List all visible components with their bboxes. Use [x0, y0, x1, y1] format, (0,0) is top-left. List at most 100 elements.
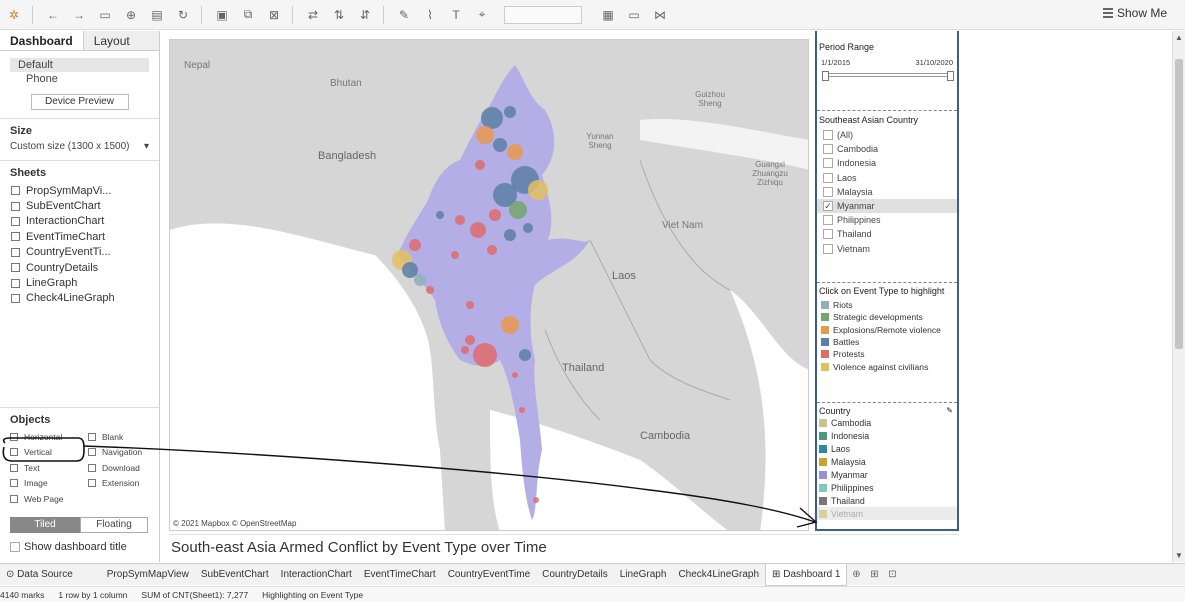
country-checkbox[interactable]	[823, 229, 833, 240]
show-hide-cards-icon[interactable]: ▦	[596, 4, 620, 26]
clear-sheet-icon[interactable]: ⊠	[262, 4, 286, 26]
tab-sheet[interactable]: SubEventChart	[195, 564, 275, 586]
tab-sheet[interactable]: PropSymMapView	[101, 564, 195, 586]
tab-dashboard[interactable]: Dashboard	[0, 31, 83, 50]
event-type-item[interactable]: Battles	[817, 336, 957, 348]
tab-sheet[interactable]: CountryEventTime	[442, 564, 536, 586]
sort-descending-icon[interactable]: ⇵	[353, 4, 377, 26]
swap-icon[interactable]: ⇄	[301, 4, 325, 26]
country-legend-item[interactable]: Malaysia	[817, 455, 957, 468]
country-checkbox[interactable]	[823, 186, 833, 197]
range-slider[interactable]	[822, 71, 954, 81]
edit-icon[interactable]: ✎	[946, 406, 953, 416]
save-icon[interactable]: ▭	[93, 4, 117, 26]
device-preview-button[interactable]: Device Preview	[30, 94, 129, 110]
sheet-item[interactable]: Check4LineGraph	[0, 291, 159, 306]
new-story-icon[interactable]: ⊡	[883, 564, 901, 586]
country-checkbox[interactable]	[823, 172, 833, 183]
tab-sheet[interactable]: Check4LineGraph	[672, 564, 765, 586]
object-text[interactable]: Text	[10, 460, 88, 476]
event-type-item[interactable]: Violence against civilians	[817, 360, 957, 372]
country-checkbox[interactable]	[823, 144, 833, 155]
show-title-checkbox[interactable]	[10, 541, 20, 552]
scrollbar-thumb[interactable]	[1175, 59, 1183, 349]
sheet-item[interactable]: CountryEventTi...	[0, 245, 159, 260]
country-checkbox[interactable]	[823, 130, 833, 141]
country-checkbox[interactable]	[823, 243, 833, 254]
refresh-icon[interactable]: ↻	[171, 4, 195, 26]
country-legend-item[interactable]: Cambodia	[817, 416, 957, 429]
country-filter-item[interactable]: Thailand	[817, 227, 957, 241]
scroll-up-icon[interactable]: ▲	[1175, 33, 1183, 42]
country-filter-item[interactable]: (All)	[817, 128, 957, 142]
country-filter-item[interactable]: Laos	[817, 171, 957, 185]
sort-ascending-icon[interactable]: ⇅	[327, 4, 351, 26]
country-legend-item[interactable]: Philippines	[817, 481, 957, 494]
new-datasource-icon[interactable]: ⊕	[119, 4, 143, 26]
show-dashboard-title-option[interactable]: Show dashboard title	[10, 541, 160, 553]
sheet-item[interactable]: EventTimeChart	[0, 229, 159, 244]
show-me-button[interactable]: Show Me	[1102, 6, 1167, 20]
object-navigation[interactable]: Navigation	[88, 445, 166, 461]
tab-sheet[interactable]: InteractionChart	[275, 564, 358, 586]
country-filter-item[interactable]: ✓ Myanmar	[817, 198, 957, 214]
vertical-scrollbar[interactable]: ▲ ▼	[1172, 31, 1185, 562]
share-icon[interactable]: ⋈	[648, 4, 672, 26]
pause-updates-icon[interactable]: ▤	[145, 4, 169, 26]
object-web-page[interactable]: Web Page	[10, 491, 88, 507]
tab-dashboard-1[interactable]: ⊞ Dashboard 1	[765, 563, 848, 586]
fit-dropdown[interactable]	[504, 5, 582, 24]
tab-layout[interactable]: Layout	[82, 31, 159, 50]
country-checkbox[interactable]: ✓	[823, 201, 833, 212]
event-type-item[interactable]: Riots	[817, 299, 957, 311]
tab-sheet[interactable]: CountryDetails	[536, 564, 614, 586]
tiled-button[interactable]: Tiled	[10, 516, 80, 533]
object-blank[interactable]: Blank	[88, 429, 166, 445]
object-image[interactable]: Image	[10, 476, 88, 492]
group-icon[interactable]: ⌇	[418, 4, 442, 26]
country-filter-item[interactable]: Cambodia	[817, 142, 957, 156]
tab-sheet[interactable]: EventTimeChart	[358, 564, 442, 586]
floating-button[interactable]: Floating	[80, 516, 148, 533]
pin-icon[interactable]: ⌖	[470, 4, 494, 26]
labels-icon[interactable]: T	[444, 4, 468, 26]
event-type-item[interactable]: Explosions/Remote violence	[817, 324, 957, 336]
size-dropdown[interactable]: Custom size (1300 x 1500) ▾	[10, 141, 149, 152]
country-filter-item[interactable]: Indonesia	[817, 156, 957, 170]
tableau-logo-icon[interactable]: ✲	[2, 4, 26, 26]
sheet-item[interactable]: PropSymMapVi...	[0, 183, 159, 198]
object-vertical[interactable]: Vertical	[10, 445, 88, 461]
device-phone[interactable]: Phone	[10, 72, 149, 86]
sheet-item[interactable]: InteractionChart	[0, 214, 159, 229]
sheet-item[interactable]: LineGraph	[0, 275, 159, 290]
event-type-item[interactable]: Strategic developments	[817, 311, 957, 323]
country-legend-item[interactable]: Laos	[817, 442, 957, 455]
country-legend-item[interactable]: Myanmar	[817, 468, 957, 481]
country-filter-item[interactable]: Vietnam	[817, 242, 957, 256]
tab-sheet[interactable]: LineGraph	[614, 564, 673, 586]
new-worksheet-icon[interactable]: ▣	[210, 4, 234, 26]
country-legend-item[interactable]: Indonesia	[817, 429, 957, 442]
country-filter-item[interactable]: Philippines	[817, 213, 957, 227]
country-legend-item[interactable]: Thailand	[817, 494, 957, 507]
sheet-item[interactable]: SubEventChart	[0, 198, 159, 213]
country-checkbox[interactable]	[823, 158, 833, 169]
map-view[interactable]: Nepal Bhutan Bangladesh Yunnan Sheng Gui…	[169, 39, 809, 531]
new-dashboard-icon[interactable]: ⊞	[865, 564, 883, 586]
undo-icon[interactable]: ←	[41, 4, 65, 26]
redo-icon[interactable]: →	[67, 4, 91, 26]
sheet-item[interactable]: CountryDetails	[0, 260, 159, 275]
highlight-icon[interactable]: ✎	[392, 4, 416, 26]
device-default[interactable]: Default	[10, 58, 149, 72]
new-worksheet-icon[interactable]: ⊕	[847, 564, 865, 586]
scroll-down-icon[interactable]: ▼	[1175, 551, 1183, 560]
country-checkbox[interactable]	[823, 215, 833, 226]
object-horizontal[interactable]: Horizontal	[10, 429, 88, 445]
tab-data-source[interactable]: ⊙ Data Source	[0, 564, 79, 586]
duplicate-icon[interactable]: ⧉	[236, 4, 260, 26]
object-extension[interactable]: Extension	[88, 476, 166, 492]
country-legend-item[interactable]: Vietnam	[817, 507, 957, 520]
object-download[interactable]: Download	[88, 460, 166, 476]
event-type-item[interactable]: Protests	[817, 348, 957, 360]
presentation-mode-icon[interactable]: ▭	[622, 4, 646, 26]
